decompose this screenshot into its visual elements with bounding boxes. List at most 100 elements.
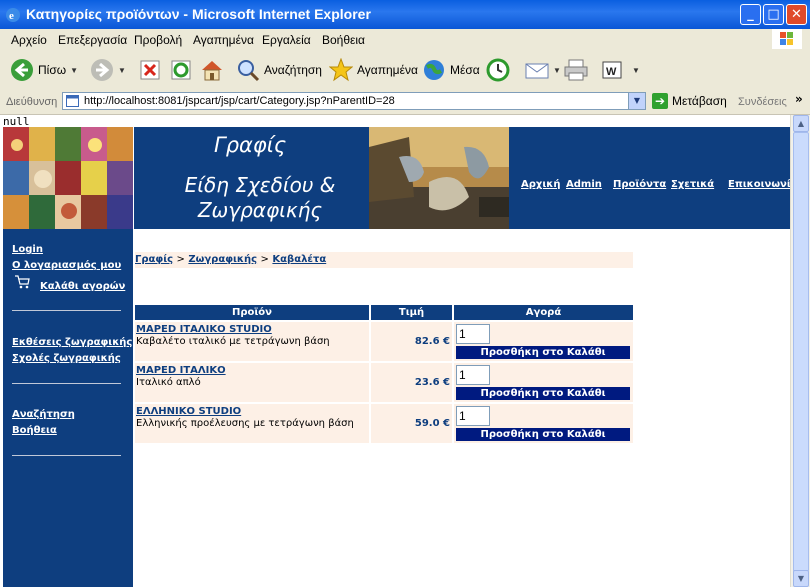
sidebar-schools[interactable]: Σχολές ζωγραφικής xyxy=(12,353,121,364)
nav-home[interactable]: Αρχική xyxy=(521,179,560,190)
title-bar: e Κατηγορίες προϊόντων - Microsoft Inter… xyxy=(0,0,810,29)
sidebar-divider xyxy=(12,455,121,456)
back-button[interactable]: Πίσω ▼ xyxy=(10,56,78,84)
favorites-button[interactable]: Αγαπημένα xyxy=(329,56,418,84)
go-button[interactable]: ➔ Μετάβαση xyxy=(652,93,727,109)
stop-icon xyxy=(140,60,160,80)
site-header: Γραφίς Είδη Σχεδίου & Ζωγραφικής Αρχική … xyxy=(134,127,790,229)
product-description: Ιταλικό απλό xyxy=(136,377,201,388)
scroll-up-icon[interactable]: ▲ xyxy=(793,115,809,132)
forward-button[interactable]: ▼ xyxy=(90,56,126,84)
menu-edit[interactable]: Επεξεργασία xyxy=(58,33,127,47)
product-name-link[interactable]: MAPED ΙΤΑΛΙΚΟ STUDIO xyxy=(136,324,369,335)
address-label: Διεύθυνση xyxy=(6,96,58,108)
menu-tools[interactable]: Εργαλεία xyxy=(262,33,311,47)
column-header-product: Προϊόν xyxy=(135,305,371,321)
products-table: Προϊόν Τιμή Αγορά MAPED ΙΤΑΛΙΚΟ STUDIO Κ… xyxy=(135,305,633,443)
history-button[interactable] xyxy=(486,56,510,84)
product-price: 59.0 € xyxy=(370,402,454,443)
sidebar-divider xyxy=(12,383,121,384)
close-button[interactable]: ✕ xyxy=(786,4,807,25)
sidebar-search[interactable]: Αναζήτηση xyxy=(12,409,75,420)
word-icon: W xyxy=(602,61,622,79)
sidebar-divider xyxy=(12,310,121,311)
vertical-scrollbar[interactable]: ▲ ▼ xyxy=(790,115,810,587)
quantity-input[interactable] xyxy=(456,365,490,385)
site-tagline: Είδη Σχεδίου & Ζωγραφικής xyxy=(184,173,336,222)
product-description: Καβαλέτο ιταλικό με τετράγωνη βάση xyxy=(136,336,330,347)
nav-contact[interactable]: Επικοινωνία xyxy=(728,179,790,190)
chevron-down-icon[interactable]: ▼ xyxy=(553,66,561,75)
page-icon xyxy=(66,95,79,107)
sidebar-account[interactable]: Ο λογαριασμός μου xyxy=(12,260,121,271)
chevron-down-icon[interactable]: ▼ xyxy=(632,66,640,75)
home-icon xyxy=(202,61,222,81)
menu-bar: Αρχείο Επεξεργασία Προβολή Αγαπημένα Εργ… xyxy=(0,29,810,51)
nav-about[interactable]: Σχετικά xyxy=(671,179,714,190)
globe-icon xyxy=(424,60,444,80)
breadcrumb-category[interactable]: Ζωγραφικής xyxy=(188,254,257,265)
mail-icon xyxy=(525,63,549,79)
menu-view[interactable]: Προβολή xyxy=(134,33,182,47)
product-price: 23.6 € xyxy=(370,361,454,403)
menu-favorites[interactable]: Αγαπημένα xyxy=(193,33,254,47)
quantity-input[interactable] xyxy=(456,406,490,426)
media-button[interactable]: Μέσα xyxy=(422,56,480,84)
column-header-price: Τιμή xyxy=(370,305,454,321)
add-to-cart-button[interactable]: Προσθήκη στο Καλάθι xyxy=(456,346,630,359)
product-cell: ΕΛΛΗΝΙΚΟ STUDIO Ελληνικής προέλευσης με … xyxy=(135,402,371,443)
breadcrumb-separator: > xyxy=(176,254,185,265)
maximize-button[interactable]: □ xyxy=(763,4,784,25)
table-row: ΕΛΛΗΝΙΚΟ STUDIO Ελληνικής προέλευσης με … xyxy=(135,402,633,443)
chevron-down-icon[interactable]: ▼ xyxy=(70,66,78,75)
nav-products[interactable]: Προϊόντα xyxy=(613,179,666,190)
sidebar-login[interactable]: Login xyxy=(12,244,43,255)
product-cell: MAPED ΙΤΑΛΙΚΟ Ιταλικό απλό xyxy=(135,361,371,403)
printer-icon xyxy=(564,59,588,81)
address-input[interactable]: http://localhost:8081/jspcart/jsp/cart/C… xyxy=(62,92,646,110)
column-header-buy: Αγορά xyxy=(453,305,633,321)
buy-cell: Προσθήκη στο Καλάθι xyxy=(453,320,633,362)
print-button[interactable] xyxy=(563,56,589,84)
scroll-thumb[interactable] xyxy=(793,132,809,572)
back-arrow-icon xyxy=(11,59,33,81)
breadcrumb-subcategory[interactable]: Καβαλέτα xyxy=(272,254,326,265)
menu-file[interactable]: Αρχείο xyxy=(11,33,47,47)
minimize-button[interactable]: _ xyxy=(740,4,761,25)
breadcrumb: Γραφίς > Ζωγραφικής > Καβαλέτα xyxy=(135,252,633,268)
product-name-link[interactable]: MAPED ΙΤΑΛΙΚΟ xyxy=(136,365,369,376)
refresh-button[interactable] xyxy=(170,56,192,84)
forward-arrow-icon xyxy=(91,59,113,81)
quantity-input[interactable] xyxy=(456,324,490,344)
add-to-cart-button[interactable]: Προσθήκη στο Καλάθι xyxy=(456,387,630,400)
stop-button[interactable] xyxy=(139,56,161,84)
star-icon xyxy=(329,58,353,82)
chevron-right-icon[interactable]: » xyxy=(795,92,803,106)
svg-text:W: W xyxy=(606,66,617,78)
home-button[interactable] xyxy=(200,56,224,84)
product-cell: MAPED ΙΤΑΛΙΚΟ STUDIO Καβαλέτο ιταλικό με… xyxy=(135,320,371,362)
search-button[interactable]: Αναζήτηση xyxy=(236,56,322,84)
chevron-down-icon[interactable]: ▼ xyxy=(118,66,126,75)
sidebar-cart[interactable]: Καλάθι αγορών xyxy=(40,281,125,292)
shopping-cart-icon xyxy=(15,275,30,289)
add-to-cart-button[interactable]: Προσθήκη στο Καλάθι xyxy=(456,428,630,441)
scroll-down-icon[interactable]: ▼ xyxy=(793,570,809,587)
links-toolbar[interactable]: Συνδέσεις xyxy=(738,96,787,108)
toolbar: Πίσω ▼ ▼ Αναζήτηση Αγαπημένα Μέσα ▼ W ▼ xyxy=(0,50,810,91)
refresh-icon xyxy=(171,60,191,80)
nav-admin[interactable]: Admin xyxy=(566,179,602,190)
history-icon xyxy=(486,58,510,82)
sidebar-exhibitions[interactable]: Εκθέσεις ζωγραφικής xyxy=(12,337,132,348)
svg-text:e: e xyxy=(9,10,14,22)
mail-button[interactable]: ▼ xyxy=(525,56,561,84)
edit-button[interactable]: W ▼ xyxy=(602,56,640,84)
address-dropdown-icon[interactable]: ▼ xyxy=(628,93,645,109)
breadcrumb-home[interactable]: Γραφίς xyxy=(135,254,173,265)
menu-help[interactable]: Βοήθεια xyxy=(322,33,365,47)
window-title: Κατηγορίες προϊόντων - Microsoft Interne… xyxy=(26,6,371,22)
product-name-link[interactable]: ΕΛΛΗΝΙΚΟ STUDIO xyxy=(136,406,369,417)
product-description: Ελληνικής προέλευσης με τετράγωνη βάση xyxy=(136,418,354,429)
sidebar-help[interactable]: Βοήθεια xyxy=(12,425,57,436)
address-url[interactable]: http://localhost:8081/jspcart/jsp/cart/C… xyxy=(84,95,395,107)
